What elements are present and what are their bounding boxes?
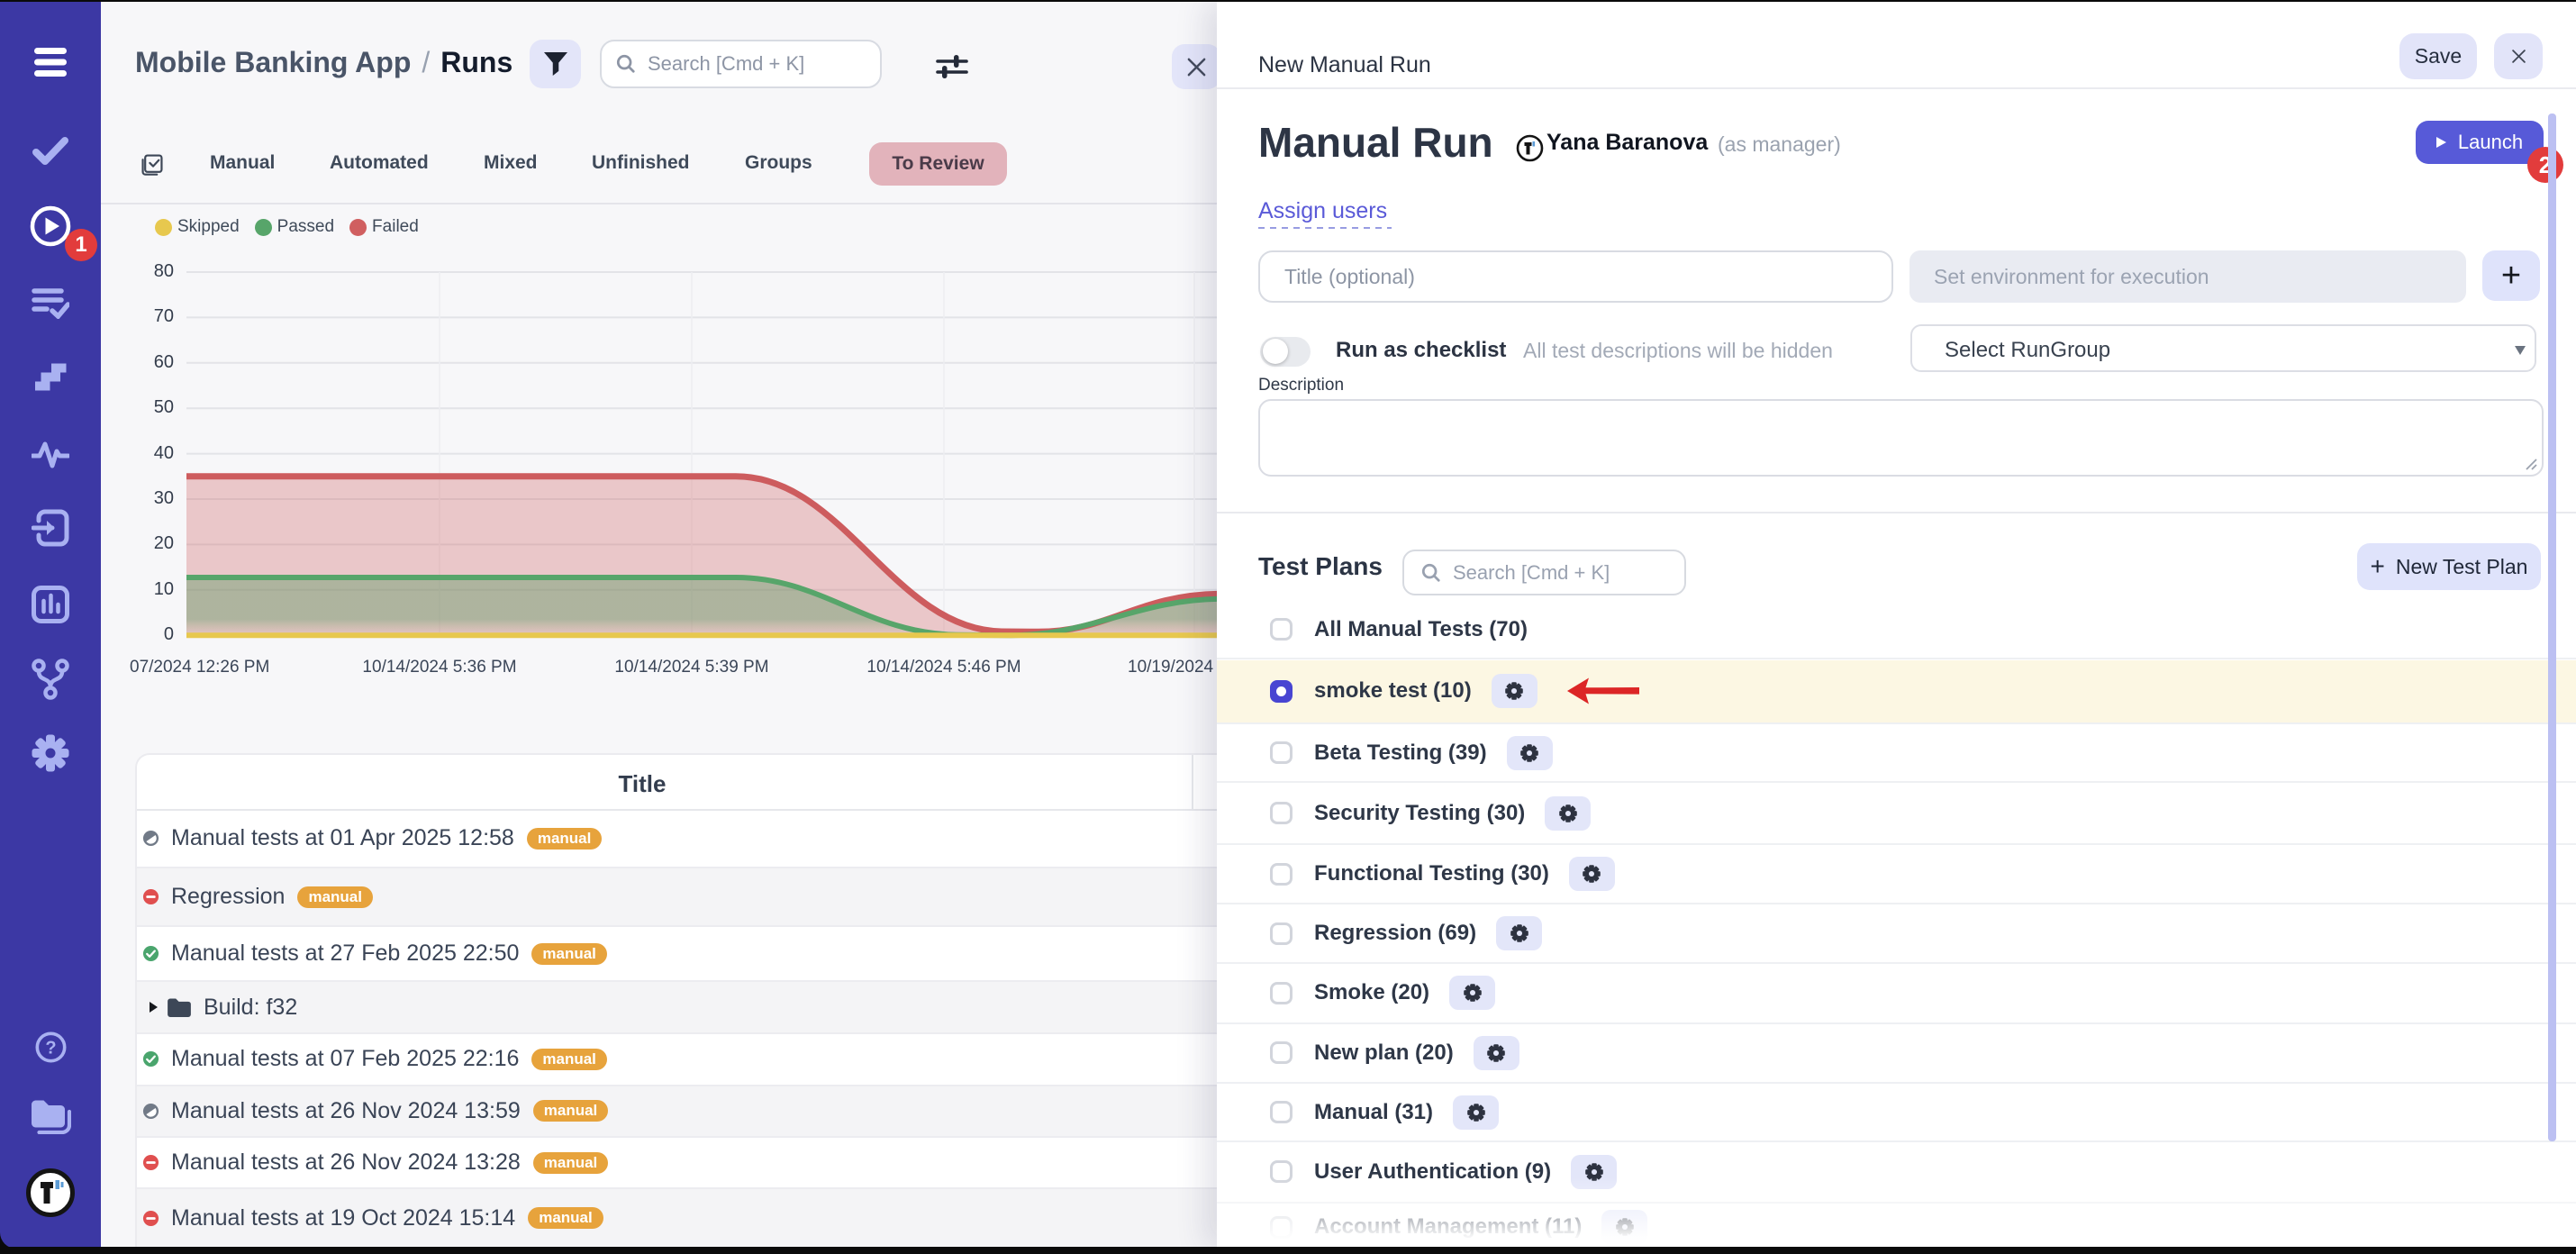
svg-text:?: ?	[45, 1039, 56, 1059]
